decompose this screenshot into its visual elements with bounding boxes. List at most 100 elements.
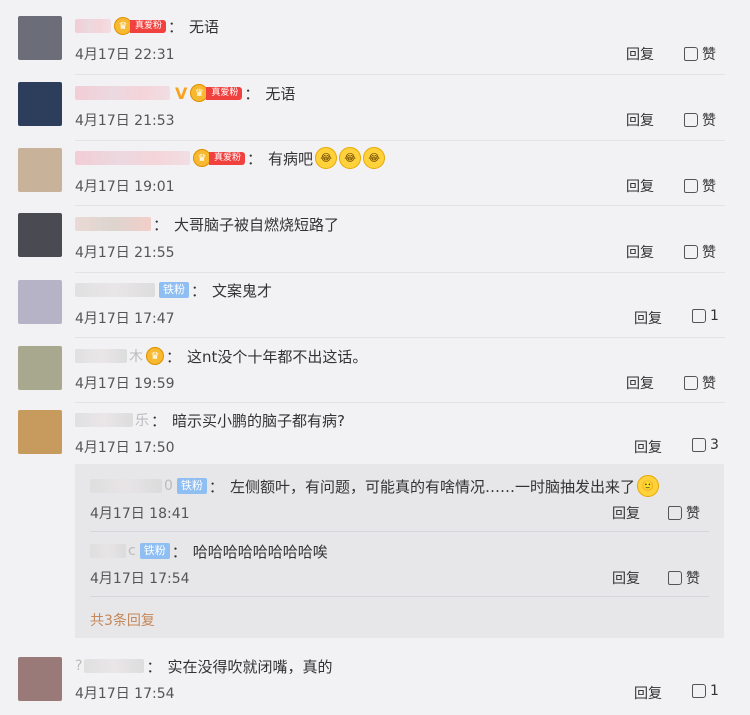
colon: ： (151, 411, 167, 430)
comment-text: 暗示买小鹏的脑子都有病? (172, 411, 345, 430)
like-button[interactable]: 赞 (668, 568, 700, 588)
username-fragment: 木 (129, 349, 143, 365)
username[interactable] (75, 283, 155, 297)
colon: ： (146, 657, 162, 676)
reply-text: 左侧额叶，有问题，可能真的有啥情况……一时脑抽发出来了 (229, 477, 635, 496)
reply-button[interactable]: 回复 (612, 568, 640, 588)
username-fragment: 乐 (135, 413, 149, 429)
reply-button[interactable]: 回复 (626, 373, 654, 393)
avatar[interactable] (18, 410, 62, 454)
reply-button[interactable]: 回复 (612, 503, 640, 523)
username-fragment: c (128, 543, 136, 559)
like-button[interactable]: 赞 (668, 503, 700, 523)
username[interactable] (75, 86, 170, 100)
thumbs-up-icon (684, 47, 698, 61)
colon: ： (153, 215, 169, 234)
username[interactable] (84, 659, 145, 673)
username[interactable] (75, 151, 190, 165)
fan-badge: 铁粉 (176, 478, 207, 494)
divider (90, 596, 709, 597)
comment-time: 4月17日 22:31 (75, 47, 175, 63)
avatar[interactable] (18, 82, 62, 126)
colon: ： (191, 281, 207, 300)
avatar[interactable] (18, 280, 62, 324)
comment-time: 4月17日 21:53 (75, 113, 175, 129)
like-button[interactable]: 3 (692, 437, 719, 453)
divider (75, 337, 725, 338)
thumbs-up-icon (668, 571, 682, 585)
like-button[interactable]: 1 (692, 308, 719, 324)
reply-button[interactable]: 回复 (634, 683, 662, 703)
comment-text: 无语 (265, 84, 296, 103)
fan-badge: 铁粉 (139, 543, 170, 559)
colon: ： (168, 17, 184, 36)
laugh-cry-emoji-icon: 😂 (363, 147, 386, 169)
laugh-cry-emoji-icon: 😂 (339, 147, 362, 169)
colon: ： (247, 149, 263, 168)
colon: ： (244, 84, 260, 103)
thumbs-up-icon (684, 113, 698, 127)
reply-button[interactable]: 回复 (626, 44, 654, 64)
reply-time: 4月17日 17:54 (90, 571, 190, 587)
divider (75, 205, 725, 206)
reply-button[interactable]: 回复 (626, 110, 654, 130)
comment-time: 4月17日 19:59 (75, 376, 175, 392)
comment-text: 无语 (189, 17, 220, 36)
avatar[interactable] (18, 657, 62, 701)
like-button[interactable]: 赞 (684, 373, 716, 393)
reply-text: 哈哈哈哈哈哈哈哈唉 (192, 542, 328, 561)
avatar[interactable] (18, 213, 62, 257)
like-button[interactable]: 1 (692, 683, 719, 699)
divider (90, 531, 709, 532)
divider (75, 272, 725, 273)
comment-time: 4月17日 17:47 (75, 311, 175, 327)
comment-text: 有病吧 (268, 149, 314, 168)
thumbs-up-icon (692, 309, 706, 323)
username[interactable] (90, 544, 126, 558)
username[interactable] (75, 19, 111, 33)
smile-emoji-icon: 🙂 (636, 475, 659, 497)
fan-badge: 铁粉 (159, 282, 189, 298)
username[interactable] (75, 349, 127, 363)
reply-line: 0 铁粉 ： 左侧额叶，有问题，可能真的有啥情况……一时脑抽发出来了 🙂 (90, 474, 659, 498)
reply-time: 4月17日 18:41 (90, 506, 190, 522)
vip-badge: ♛ 真爱粉 (114, 17, 167, 35)
avatar[interactable] (18, 346, 62, 390)
comment-time: 4月17日 17:50 (75, 440, 175, 456)
thumbs-up-icon (668, 506, 682, 520)
verified-icon: V (175, 83, 188, 103)
reply-button[interactable]: 回复 (634, 437, 662, 457)
vip-badge: ♛ (146, 347, 164, 365)
divider (75, 140, 725, 141)
avatar[interactable] (18, 16, 62, 60)
reply-button[interactable]: 回复 (626, 176, 654, 196)
username[interactable] (75, 217, 151, 231)
reply-button[interactable]: 回复 (626, 242, 654, 262)
reply-button[interactable]: 回复 (634, 308, 662, 328)
like-button[interactable]: 赞 (684, 242, 716, 262)
username[interactable] (90, 479, 162, 493)
thumbs-up-icon (684, 245, 698, 259)
comment-time: 4月17日 21:55 (75, 245, 175, 261)
divider (75, 402, 725, 403)
comment-text: 实在没得吹就闭嘴，真的 (167, 657, 333, 676)
reply-line: c 铁粉 ： 哈哈哈哈哈哈哈哈唉 (90, 539, 328, 563)
laugh-cry-emoji-icon: 😂 (315, 147, 338, 169)
divider (75, 74, 725, 75)
view-all-replies-link[interactable]: 共3条回复 (90, 610, 155, 630)
like-button[interactable]: 赞 (684, 110, 716, 130)
avatar[interactable] (18, 148, 62, 192)
crown-icon: ♛ (146, 347, 164, 365)
vip-badge: ♛ 真爱粉 (193, 149, 246, 167)
comment-time: 4月17日 17:54 (75, 686, 175, 702)
comment-time: 4月17日 19:01 (75, 179, 175, 195)
like-button[interactable]: 赞 (684, 44, 716, 64)
username-fragment: ? (75, 658, 83, 674)
like-button[interactable]: 赞 (684, 176, 716, 196)
vip-badge: ♛ 真爱粉 (190, 84, 243, 102)
thumbs-up-icon (684, 179, 698, 193)
username[interactable] (75, 413, 133, 427)
comment-text: 这nt没个十年都不出这话。 (187, 347, 368, 366)
colon: ： (171, 542, 187, 561)
comment-text: 大哥脑子被自燃烧短路了 (174, 215, 340, 234)
